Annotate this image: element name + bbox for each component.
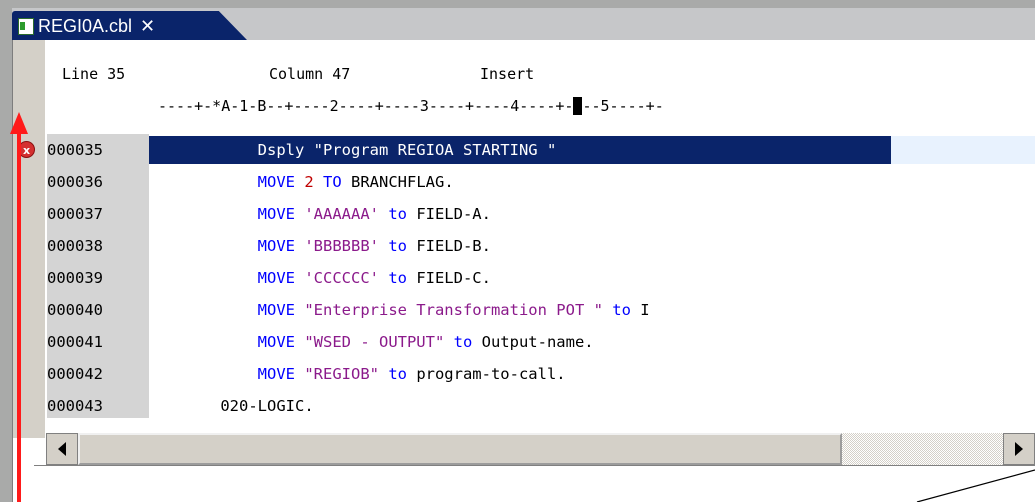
callout-line xyxy=(916,469,1035,502)
callout-line-segment xyxy=(916,469,1035,502)
